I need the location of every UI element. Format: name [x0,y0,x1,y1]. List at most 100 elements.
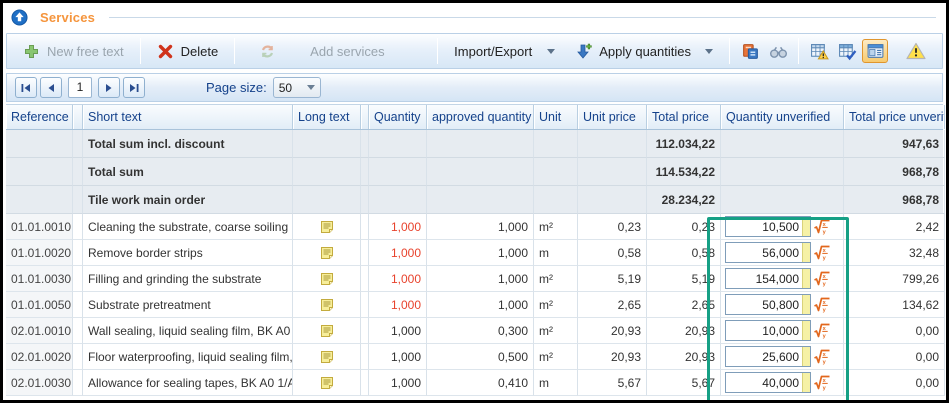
current-page-input[interactable]: 1 [68,77,92,98]
approved-quantity-cell: 0,410 [427,370,534,396]
next-page-button[interactable] [98,77,120,98]
quantity-unverified-cell: xy [721,370,844,396]
layout-panels-icon[interactable] [862,39,888,63]
chevron-down-icon [705,49,713,54]
unit-price-cell [578,130,647,158]
note-icon[interactable] [319,349,335,365]
spacer-cell [361,370,369,396]
summary-label-cell: Tile work main order [83,186,293,214]
formula-icon[interactable]: xy [813,348,831,366]
new-free-text-button[interactable]: New free text [13,39,134,64]
quantity-cell: 1,000 [369,292,427,318]
total-price-unverified-cell: 968,78 [844,186,945,214]
spacer-cell [73,158,83,186]
column-header-quantity[interactable]: Quantity [369,105,427,129]
long-text-cell [293,292,361,318]
note-icon[interactable] [319,245,335,261]
total-price-unverified-cell: 799,26 [844,266,945,292]
quantity-unverified-input[interactable] [726,269,802,288]
quantity-unverified-editor [725,346,811,367]
spacer-cell [361,158,369,186]
summary-row[interactable]: Total sum incl. discount112.034,22947,63 [6,130,943,158]
column-header-short-text[interactable]: Short text [83,105,293,129]
table-warning-icon[interactable] [806,39,832,63]
column-header-total-price[interactable]: Total price [647,105,721,129]
total-price-cell: 0,23 [647,214,721,240]
quantity-unverified-input[interactable] [726,321,802,340]
up-circle-icon[interactable] [11,9,28,26]
service-row[interactable]: 02.01.0030Allowance for sealing tapes, B… [6,370,943,396]
quantity-unverified-input[interactable] [726,347,802,366]
column-header-unit-price[interactable]: Unit price [578,105,647,129]
quantity-unverified-input[interactable] [726,295,802,314]
quantity-unverified-input[interactable] [726,373,802,392]
summary-row[interactable]: Tile work main order28.234,22968,78 [6,186,943,214]
long-text-cell [293,214,361,240]
first-page-button[interactable] [15,77,37,98]
service-row[interactable]: 01.01.0030Filling and grinding the subst… [6,266,943,292]
delete-label: Delete [181,44,219,59]
formula-icon[interactable]: xy [813,244,831,262]
service-row[interactable]: 02.01.0020Floor waterproofing, liquid se… [6,344,943,370]
approved-quantity-cell: 1,000 [427,240,534,266]
last-page-button[interactable] [123,77,145,98]
formula-icon[interactable]: xy [813,270,831,288]
column-header-total-price-unverified[interactable]: Total price unverified [844,105,945,129]
column-header-unit[interactable]: Unit [534,105,578,129]
formula-icon[interactable]: xy [813,322,831,340]
column-header-reference[interactable]: Reference [6,105,73,129]
binoculars-icon[interactable] [765,39,791,63]
short-text-cell: Remove border strips [83,240,293,266]
column-header-long-text[interactable]: Long text [293,105,361,129]
unit-price-cell: 20,93 [578,318,647,344]
quantity-cell [369,158,427,186]
previous-page-button[interactable] [40,77,62,98]
column-header-quantity-unverified[interactable]: Quantity unverified [721,105,844,129]
page-size-select[interactable]: 50 [273,77,321,98]
note-icon[interactable] [319,297,335,313]
service-row[interactable]: 01.01.0050Substrate pretreatment1,0001,0… [6,292,943,318]
note-icon[interactable] [319,375,335,391]
services-window: Services New free text Delete [0,0,949,403]
toolbar-separator [140,38,141,64]
note-icon[interactable] [319,219,335,235]
service-row[interactable]: 01.01.0020Remove border strips1,0001,000… [6,240,943,266]
quantity-cell [369,186,427,214]
toolbar-separator [234,38,235,64]
column-header-approved-quantity[interactable]: approved quantity [427,105,534,129]
short-text-cell: Floor waterproofing, liquid sealing film… [83,344,293,370]
add-services-button[interactable]: Add services [241,39,431,64]
warning-triangle-icon[interactable] [906,42,926,60]
title-divider [109,17,936,18]
summary-row[interactable]: Total sum114.534,22968,78 [6,158,943,186]
spacer-cell [361,292,369,318]
short-text-cell: Filling and grinding the substrate [83,266,293,292]
quantity-unverified-input[interactable] [726,217,802,236]
delete-button[interactable]: Delete [147,39,229,64]
formula-icon[interactable]: xy [813,296,831,314]
add-services-label: Add services [310,44,384,59]
unit-cell: m² [534,344,578,370]
quantity-unverified-cell [721,186,844,214]
note-icon[interactable] [319,271,335,287]
svg-text:y: y [823,333,827,339]
long-text-cell [293,344,361,370]
note-icon[interactable] [319,323,335,339]
short-text-cell: Substrate pretreatment [83,292,293,318]
service-row[interactable]: 01.01.0010Cleaning the substrate, coarse… [6,214,943,240]
formula-icon[interactable]: xy [813,374,831,392]
svg-text:y: y [823,255,827,261]
page-title: Services [40,10,95,25]
long-text-cell [293,370,361,396]
formula-icon[interactable]: xy [813,218,831,236]
long-text-cell [293,266,361,292]
import-export-button[interactable]: Import/Export [444,40,565,63]
spacer-cell [73,266,83,292]
copy-document-icon[interactable] [737,39,763,63]
quantity-unverified-input[interactable] [726,243,802,262]
apply-quantities-button[interactable]: Apply quantities [565,39,723,64]
spacer-cell [73,186,83,214]
summary-reference-cell [6,130,73,158]
table-check-icon[interactable] [834,39,860,63]
service-row[interactable]: 02.01.0010Wall sealing, liquid sealing f… [6,318,943,344]
